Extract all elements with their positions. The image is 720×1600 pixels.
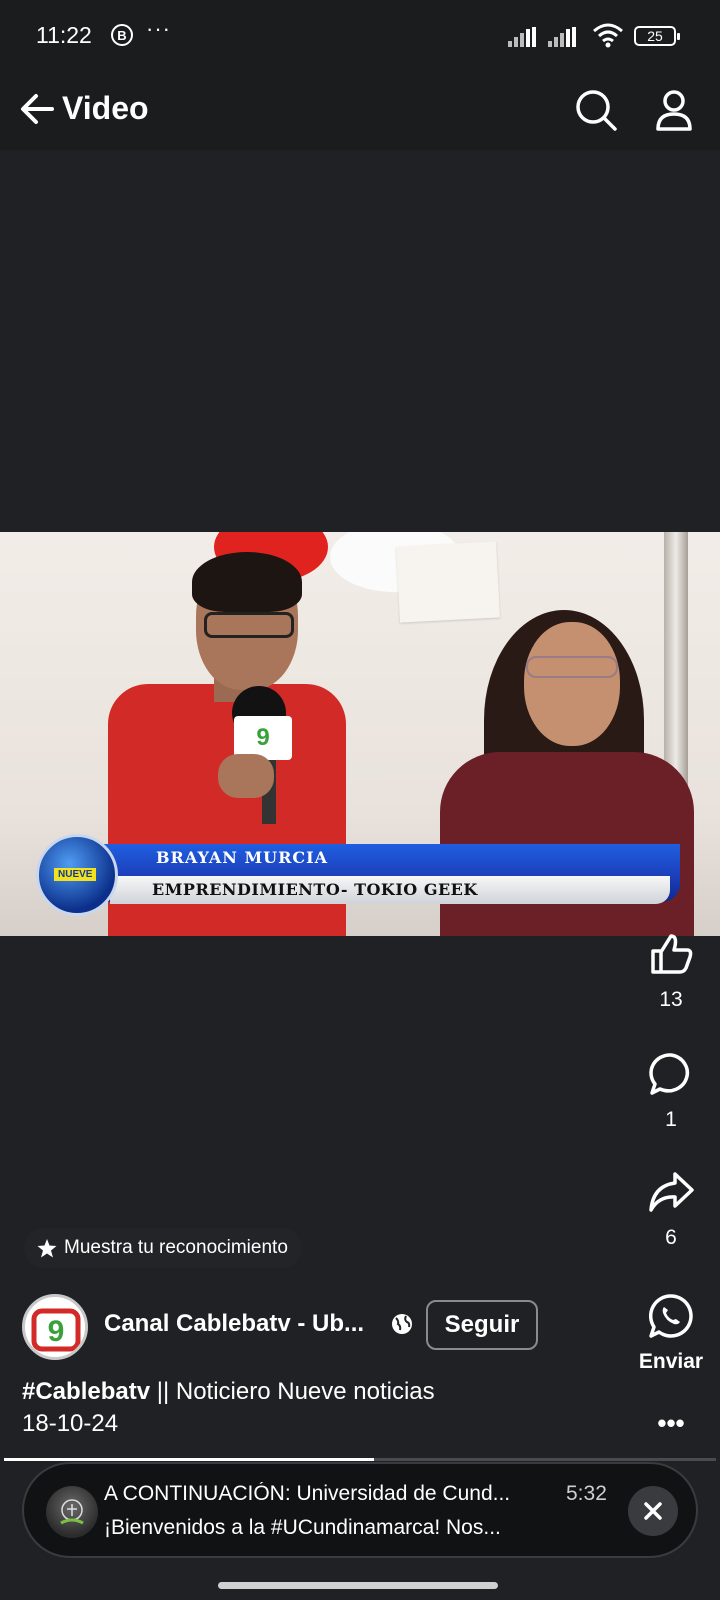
caption-text: || Noticiero Nueve noticias: [150, 1378, 435, 1405]
whatsapp-icon: [648, 1294, 693, 1338]
video-progress-fill: [4, 1458, 375, 1461]
channel-avatar-text: 9: [48, 1315, 65, 1348]
canal-9-logo-icon: 9: [31, 1308, 81, 1352]
search-icon[interactable]: [574, 88, 618, 132]
notification-indicator-icon: B: [111, 24, 133, 46]
university-seal-icon: [60, 1499, 84, 1525]
globe-icon: [392, 1314, 412, 1334]
signal-icon: [548, 27, 580, 47]
wifi-icon: [593, 23, 623, 48]
app-header: Video: [0, 70, 720, 150]
back-arrow-icon[interactable]: [16, 88, 58, 130]
interviewer-hair: [192, 552, 302, 612]
battery-level: 25: [647, 28, 663, 44]
interviewee-glasses: [526, 656, 618, 678]
up-next-title: A CONTINUACIÓN: Universidad de Cund...: [104, 1482, 511, 1505]
channel-avatar[interactable]: 9: [22, 1294, 88, 1360]
close-up-next-button[interactable]: [628, 1486, 678, 1536]
comment-button[interactable]: 1: [626, 1050, 716, 1132]
recognition-label: Muestra tu reconocimiento: [64, 1237, 288, 1258]
battery-icon: 25: [634, 26, 680, 46]
send-label: Enviar: [638, 1350, 704, 1373]
up-next-subtitle: ¡Bienvenidos a la #UCundinamarca! Nos...: [104, 1516, 501, 1539]
caption-hashtag[interactable]: #Cablebatv: [22, 1378, 150, 1405]
thumbs-up-icon: [651, 934, 693, 974]
nueve-logo-text: NUEVE: [54, 868, 97, 881]
comment-icon: [649, 1053, 690, 1095]
status-overflow: ···: [146, 16, 171, 41]
video-progress-bar[interactable]: [4, 1458, 716, 1461]
badge-star-icon: [37, 1239, 57, 1258]
video-player[interactable]: 9 BRAYAN MURCIA EMPRENDIMIENTO- TOKIO GE…: [0, 532, 720, 936]
send-whatsapp-button[interactable]: Enviar: [626, 1292, 716, 1374]
like-button[interactable]: 13: [626, 930, 716, 1012]
up-next-avatar: [46, 1486, 98, 1538]
status-time: 11:22: [36, 22, 92, 48]
video-caption: #Cablebatv || Noticiero Nueve noticias 1…: [22, 1376, 602, 1440]
signal-icon: [508, 27, 540, 47]
like-count: 13: [659, 988, 683, 1011]
close-icon: [644, 1502, 662, 1520]
recognition-chip[interactable]: Muestra tu reconocimiento: [24, 1228, 302, 1268]
more-options-button[interactable]: •••: [626, 1408, 716, 1439]
lower-third-subtitle: EMPRENDIMIENTO- TOKIO GEEK: [152, 880, 478, 899]
follow-button[interactable]: Seguir: [426, 1300, 538, 1350]
caption-date: 18-10-24: [22, 1410, 119, 1437]
lower-third-name: BRAYAN MURCIA: [156, 848, 329, 867]
profile-icon[interactable]: [652, 88, 696, 132]
up-next-duration: 5:32: [566, 1482, 607, 1505]
up-next-card[interactable]: A CONTINUACIÓN: Universidad de Cund... 5…: [22, 1462, 698, 1558]
interviewer-glasses: [204, 612, 294, 638]
home-indicator[interactable]: [218, 1582, 498, 1589]
share-button[interactable]: 6: [626, 1168, 716, 1250]
page-title: Video: [62, 90, 149, 126]
wall-note: [396, 541, 500, 623]
share-icon: [649, 1172, 694, 1212]
comment-count: 1: [665, 1108, 677, 1131]
status-bar: 11:22 B ··· 25: [0, 0, 720, 70]
channel-name[interactable]: Canal Cablebatv - Ub...: [104, 1310, 364, 1338]
interviewer-hand: [218, 754, 274, 798]
share-count: 6: [665, 1226, 677, 1249]
interviewee-face: [524, 622, 620, 746]
